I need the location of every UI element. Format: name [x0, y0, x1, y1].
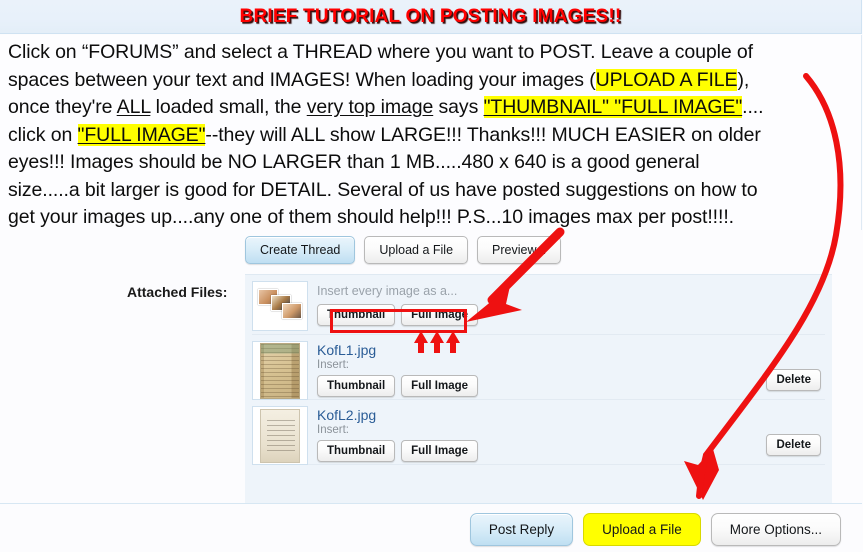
full-image-button[interactable]: Full Image — [401, 440, 479, 462]
line4-part-a: click on — [8, 123, 78, 146]
delete-button[interactable]: Delete — [766, 369, 821, 391]
line2-part-b: ), — [737, 68, 750, 91]
instruction-line-2: spaces between your text and IMAGES! Whe… — [8, 67, 853, 95]
highlight-thumbnail-full-image: "THUMBNAIL" "FULL IMAGE" — [483, 96, 743, 118]
instruction-line-6: size.....a bit larger is good for DETAIL… — [8, 178, 758, 201]
attachment-thumbnail[interactable] — [252, 341, 308, 400]
post-action-buttons: Post Reply Upload a File More Options... — [469, 513, 841, 546]
thumbnail-button[interactable]: Thumbnail — [317, 440, 396, 462]
delete-button[interactable]: Delete — [766, 434, 821, 456]
underline-all: ALL — [116, 96, 151, 118]
insert-all-thumbnail-button[interactable]: Thumbnail — [317, 304, 396, 326]
instruction-line-5: eyes!!! Images should be NO LARGER than … — [8, 151, 700, 173]
insert-all-row: Insert every image as a... Thumbnail Ful… — [252, 275, 825, 335]
underline-very-top-image: very top image — [306, 96, 434, 118]
line3-part-a: once they're — [8, 96, 117, 118]
instruction-line-4: click on "FULL IMAGE"--they will ALL sho… — [8, 122, 853, 150]
tutorial-screenshot: BRIEF TUTORIAL ON POSTING IMAGES!! Click… — [0, 0, 863, 552]
post-reply-button[interactable]: Post Reply — [469, 513, 574, 546]
insert-all-hint: Insert every image as a... — [317, 284, 458, 298]
title-banner: BRIEF TUTORIAL ON POSTING IMAGES!! — [0, 0, 862, 34]
line2-part-a: spaces between your text and IMAGES! Whe… — [8, 68, 596, 91]
page-title: BRIEF TUTORIAL ON POSTING IMAGES!! — [239, 5, 622, 27]
highlight-upload-a-file: UPLOAD A FILE — [595, 68, 738, 91]
divider — [0, 503, 862, 504]
thread-action-buttons: Create Thread Upload a File Preview... — [245, 236, 562, 264]
attached-files-label: Attached Files: — [127, 284, 228, 300]
thumbnail-button[interactable]: Thumbnail — [317, 375, 396, 397]
line3-part-d: .... — [742, 96, 764, 118]
attachment-row: KofL2.jpg Insert: Thumbnail Full Image D… — [252, 400, 825, 465]
highlight-full-image: "FULL IMAGE" — [77, 123, 206, 146]
line3-part-c: says — [433, 96, 484, 118]
attachment-thumbnail[interactable] — [252, 406, 308, 465]
full-image-button[interactable]: Full Image — [401, 375, 479, 397]
instructions-text: Click on “FORUMS” and select a THREAD wh… — [0, 35, 862, 230]
instruction-line-3: once they're ALL loaded small, the very … — [8, 94, 853, 122]
insert-hint: Insert: — [317, 359, 349, 371]
line4-part-b: --they will ALL show LARGE!!! Thanks!!! … — [205, 123, 761, 146]
attachment-file-name[interactable]: KofL2.jpg — [317, 407, 825, 423]
attachment-file-name[interactable]: KofL1.jpg — [317, 342, 825, 358]
preview-button[interactable]: Preview... — [477, 236, 562, 264]
attachments-panel: Insert every image as a... Thumbnail Ful… — [245, 274, 832, 503]
instruction-line-1: Click on “FORUMS” and select a THREAD wh… — [8, 41, 753, 63]
more-options-button[interactable]: More Options... — [710, 513, 841, 546]
insert-all-full-image-button[interactable]: Full Image — [401, 304, 479, 326]
instruction-line-7: get your images up....any one of them sh… — [8, 206, 734, 228]
stacked-images-icon — [252, 281, 308, 331]
insert-hint: Insert: — [317, 424, 349, 436]
attachment-row: KofL1.jpg Insert: Thumbnail Full Image D… — [252, 335, 825, 400]
upload-a-file-button-bottom[interactable]: Upload a File — [583, 513, 701, 546]
create-thread-button[interactable]: Create Thread — [245, 236, 356, 264]
line3-part-b: loaded small, the — [150, 96, 307, 118]
upload-a-file-button-top[interactable]: Upload a File — [364, 236, 469, 264]
